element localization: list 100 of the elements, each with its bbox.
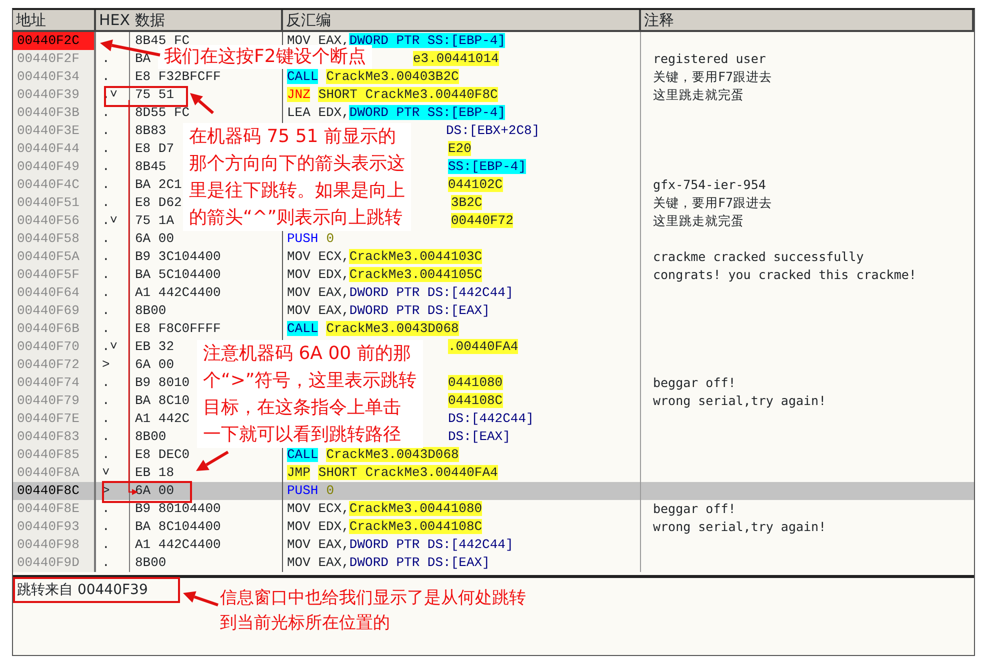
disasm-cell: JNZ SHORT CrackMe3.00440F8C [287, 87, 498, 102]
annotation-text: 注意机器码 6A 00 前的那 个“>”符号，这里表示跳转 目标，在这条指令上单击 一下就可以看到跳转路径 [197, 340, 423, 448]
jump-marker: . [102, 303, 110, 318]
hex-cell-text: A1 442C4400 [134, 536, 221, 554]
jump-marker: . [102, 51, 110, 66]
hex-cell-text: 8B00 [134, 428, 166, 446]
disasm-cell: 0441080 [448, 375, 503, 390]
disasm-cell: CALL CrackMe3.00403B2C [287, 69, 459, 84]
hex-cell-text: 8B83 [134, 122, 166, 140]
hex-cell-text: 75 1A [134, 212, 174, 230]
jump-marker: .˅ [102, 339, 118, 354]
disasm-cell: DS:[EBX+2C8] [446, 123, 540, 138]
hex-cell-text: EB 18 [134, 464, 174, 482]
hex-cell-text: 8B00 [134, 554, 166, 572]
hex-cell-text: E8 DEC0 [134, 446, 190, 464]
jump-marker: . [102, 141, 110, 156]
hex-cell-text: BA 8C104400 [134, 518, 221, 536]
pointer-arrow [183, 591, 218, 606]
comment-text: 关键，要用F7跟进去 [653, 195, 772, 210]
hex-cell-text: B9 8010 [134, 374, 190, 392]
address-cell: 00440F34 [13, 68, 96, 86]
address-cell: 00440F39 [13, 86, 96, 104]
address-cell: 00440F85 [13, 446, 96, 464]
annotation-text: 我们在这按F2键设个断点 [158, 45, 372, 69]
disasm-cell: MOV ECX,CrackMe3.0044103C [287, 249, 482, 264]
jump-marker: > [102, 357, 110, 372]
jump-marker: . [102, 447, 110, 462]
address-cell: 00440F5A [13, 248, 96, 266]
comment-text: crackme cracked successfully [653, 249, 864, 264]
jump-marker: . [102, 321, 110, 336]
hex-cell-text: 8B45 FC [134, 32, 190, 48]
jump-marker: . [102, 537, 110, 552]
address-cell: 00440F2F [13, 50, 96, 68]
address-cell: 00440F49 [13, 158, 96, 176]
address-cell: 00440F3B [13, 104, 96, 122]
comment-text: beggar off! [653, 375, 736, 390]
disasm-cell: e3.00441014 [413, 51, 499, 66]
jump-marker: . [102, 249, 110, 264]
address-cell: 00440F72 [13, 356, 96, 374]
disasm-cell: PUSH 0 [287, 483, 334, 498]
disasm-cell: E20 [448, 141, 472, 156]
hex-cell-text: E8 D62 [134, 194, 182, 212]
disasm-cell: DS:[442C44] [448, 411, 534, 426]
address-cell: 00440F8E [13, 500, 96, 518]
jump-marker: . [102, 411, 110, 426]
address-cell: 00440F70 [13, 338, 96, 356]
comment-text: wrong serial,try again! [653, 519, 826, 534]
hex-cell-text: 6A 00 [134, 230, 174, 248]
hex-cell-text: 8B45 [134, 158, 166, 176]
jump-marker: . [102, 501, 110, 516]
disasm-cell: LEA EDX,DWORD PTR SS:[EBP-4] [287, 105, 506, 120]
disasm-cell: JMP SHORT CrackMe3.00440FA4 [287, 465, 498, 480]
annotation-text: 在机器码 75 51 前显示的 那个方向向下的箭头表示这 里是往下跳转。如果是向上 的箭头“^”则表示向上跳转 [183, 123, 411, 231]
disasm-cell: CALL CrackMe3.0043D068 [287, 447, 459, 462]
disasm-cell: MOV EDX,CrackMe3.0044105C [287, 267, 482, 282]
disasm-cell: MOV EAX,DWORD PTR DS:[442C44] [287, 285, 514, 300]
comment-text: 关键，要用F7跟进去 [653, 69, 772, 84]
comment-text: congrats! you cracked this crackme! [653, 267, 916, 282]
column-header: 注释 [641, 10, 974, 30]
address-cell: 00440F3E [13, 122, 96, 140]
hex-cell-text: 6A 00 [134, 482, 174, 500]
disasm-cell: 3B2C [451, 195, 482, 210]
comment-text: wrong serial,try again! [653, 393, 826, 408]
address-cell: 00440F56 [13, 212, 96, 230]
address-cell: 00440F83 [13, 428, 96, 446]
comment-text: registered user [653, 51, 766, 66]
column-header: 地址 [13, 10, 96, 30]
address-cell: 00440F4C [13, 176, 96, 194]
hex-cell-text: B9 3C104400 [134, 248, 221, 266]
jump-marker: ˅ [102, 465, 110, 480]
address-cell: 00440F58 [13, 230, 96, 248]
jump-marker: . [102, 555, 110, 570]
address-cell: 00440F5F [13, 266, 96, 284]
hex-cell-text: BA [134, 50, 151, 68]
disasm-cell: MOV ECX,CrackMe3.00441080 [287, 501, 482, 516]
hex-cell-text: 8B00 [134, 302, 166, 320]
hex-cell-text: E8 F32BFCFF [134, 68, 221, 86]
hex-cell-text: E8 D7 [134, 140, 174, 158]
address-cell: 00440F93 [13, 518, 96, 536]
jump-marker: . [102, 159, 110, 174]
jump-marker: . [102, 105, 110, 120]
hex-cell-text: B9 80104400 [134, 500, 221, 518]
disasm-cell: .00440FA4 [448, 339, 518, 354]
jump-marker: . [102, 393, 110, 408]
comment-text: gfx-754-ier-954 [653, 177, 766, 192]
address-cell: 00440F64 [13, 284, 96, 302]
hex-cell-text: E8 F8C0FFFF [134, 320, 221, 338]
hex-cell-text: 8D55 FC [134, 104, 190, 122]
address-cell: 00440F79 [13, 392, 96, 410]
hex-cell-text: A1 442C [134, 410, 190, 428]
jump-marker: . [102, 285, 110, 300]
jump-marker: . [102, 177, 110, 192]
comment-text: 这里跳走就完蛋 [653, 87, 744, 102]
comment-text: beggar off! [653, 501, 736, 516]
disasm-cell: MOV EDX,CrackMe3.0044108C [287, 519, 482, 534]
address-cell: 00440F8A [13, 464, 96, 482]
disasm-cell: 044102C [448, 177, 503, 192]
pointer-arrow [190, 93, 214, 114]
address-cell: 00440F74 [13, 374, 96, 392]
disasm-cell: 00440F72 [451, 213, 514, 228]
